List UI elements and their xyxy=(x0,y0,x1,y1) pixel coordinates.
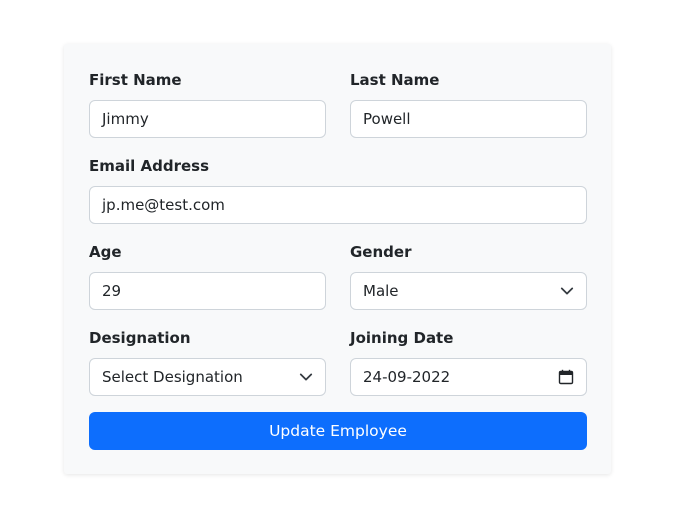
email-field[interactable]: jp.me@test.com xyxy=(89,186,587,224)
update-employee-button[interactable]: Update Employee xyxy=(89,412,587,450)
gender-value: Male xyxy=(363,282,399,300)
chevron-down-icon xyxy=(299,373,313,381)
last-name-label: Last Name xyxy=(350,71,440,89)
age-label: Age xyxy=(89,243,122,261)
joining-date-field[interactable]: 24-09-2022 xyxy=(350,358,587,396)
age-field[interactable]: 29 xyxy=(89,272,326,310)
last-name-value: Powell xyxy=(363,110,411,128)
email-value: jp.me@test.com xyxy=(102,196,225,214)
first-name-field[interactable]: Jimmy xyxy=(89,100,326,138)
age-value: 29 xyxy=(102,282,122,300)
first-name-label: First Name xyxy=(89,71,182,89)
gender-label: Gender xyxy=(350,243,412,261)
email-label: Email Address xyxy=(89,157,210,175)
joining-date-label: Joining Date xyxy=(350,329,454,347)
designation-label: Designation xyxy=(89,329,191,347)
employee-form-card: First Name Last Name Jimmy Powell Email … xyxy=(64,44,611,474)
designation-value: Select Designation xyxy=(102,368,243,386)
calendar-icon[interactable] xyxy=(558,369,574,385)
first-name-value: Jimmy xyxy=(102,110,149,128)
joining-date-value: 24-09-2022 xyxy=(363,368,451,386)
last-name-field[interactable]: Powell xyxy=(350,100,587,138)
designation-select[interactable]: Select Designation xyxy=(89,358,326,396)
gender-select[interactable]: Male xyxy=(350,272,587,310)
chevron-down-icon xyxy=(560,287,574,295)
